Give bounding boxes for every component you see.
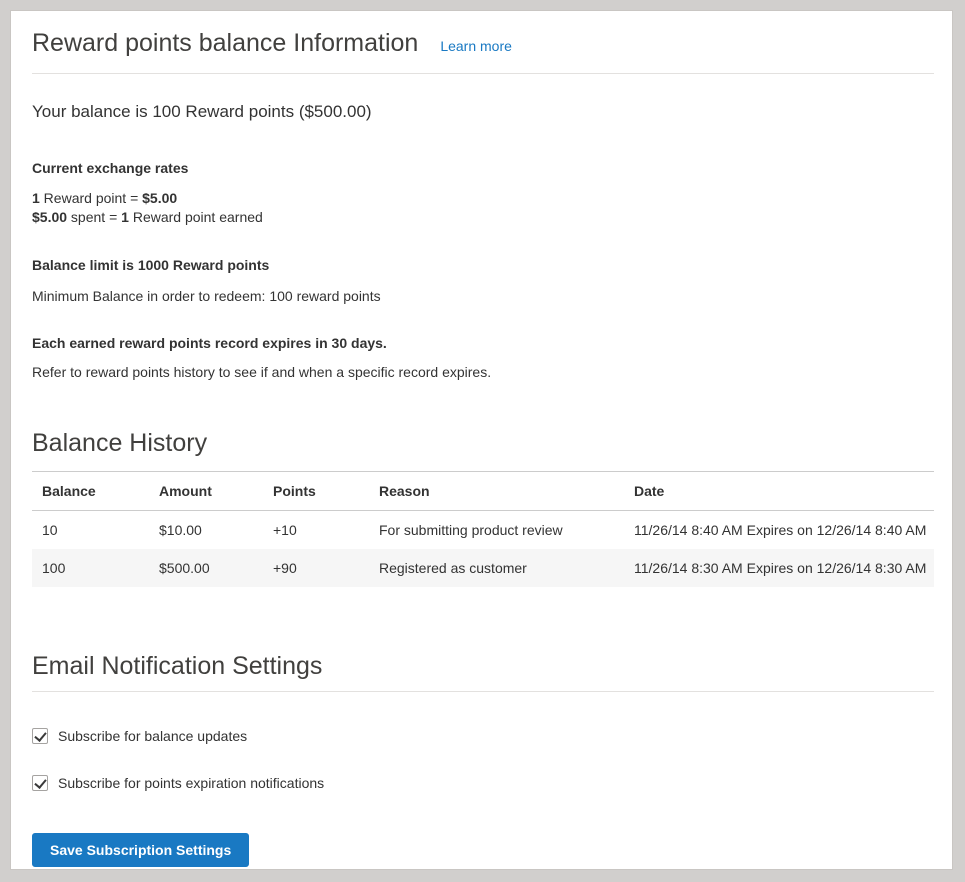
- expiry-note-text: Refer to reward points history to see if…: [32, 364, 934, 380]
- rate2-rest: Reward point earned: [129, 209, 263, 225]
- column-header-points: Points: [263, 472, 369, 511]
- table-row: 100 $500.00 +90 Registered as customer 1…: [32, 549, 934, 587]
- column-header-date: Date: [624, 472, 934, 511]
- cell-balance: 10: [32, 511, 149, 550]
- cell-balance: 100: [32, 549, 149, 587]
- column-header-balance: Balance: [32, 472, 149, 511]
- page-title: Reward points balance Information: [32, 27, 418, 59]
- email-settings-title: Email Notification Settings: [32, 651, 934, 692]
- balance-limit-text: Balance limit is 1000 Reward points: [32, 257, 934, 273]
- exchange-rates: 1 Reward point = $5.00 $5.00 spent = 1 R…: [32, 189, 934, 227]
- expiry-rule-text: Each earned reward points record expires…: [32, 335, 934, 351]
- cell-date: 11/26/14 8:40 AM Expires on 12/26/14 8:4…: [624, 511, 934, 550]
- balance-updates-option: Subscribe for balance updates: [32, 728, 934, 744]
- rate1-mid: Reward point =: [40, 190, 142, 206]
- exchange-rate-line-1: 1 Reward point = $5.00: [32, 189, 934, 208]
- balance-updates-checkbox[interactable]: [32, 728, 48, 744]
- minimum-balance-text: Minimum Balance in order to redeem: 100 …: [32, 288, 934, 304]
- expiration-notifications-checkbox[interactable]: [32, 775, 48, 791]
- rate1-amount: $5.00: [142, 190, 177, 206]
- cell-amount: $500.00: [149, 549, 263, 587]
- table-header-row: Balance Amount Points Reason Date: [32, 472, 934, 511]
- exchange-rate-line-2: $5.00 spent = 1 Reward point earned: [32, 208, 934, 227]
- rate2-points: 1: [121, 209, 129, 225]
- balance-history-table: Balance Amount Points Reason Date 10 $10…: [32, 471, 934, 587]
- balance-history-title: Balance History: [32, 428, 934, 458]
- column-header-reason: Reason: [369, 472, 624, 511]
- exchange-rates-heading: Current exchange rates: [32, 160, 934, 176]
- learn-more-link[interactable]: Learn more: [440, 38, 512, 54]
- cell-amount: $10.00: [149, 511, 263, 550]
- cell-reason: Registered as customer: [369, 549, 624, 587]
- expiration-notifications-option: Subscribe for points expiration notifica…: [32, 775, 934, 791]
- cell-points: +10: [263, 511, 369, 550]
- balance-summary: Your balance is 100 Reward points ($500.…: [32, 102, 934, 122]
- cell-date: 11/26/14 8:30 AM Expires on 12/26/14 8:3…: [624, 549, 934, 587]
- rate2-mid: spent =: [67, 209, 121, 225]
- rate2-amount: $5.00: [32, 209, 67, 225]
- table-row: 10 $10.00 +10 For submitting product rev…: [32, 511, 934, 550]
- expiration-notifications-label[interactable]: Subscribe for points expiration notifica…: [58, 775, 324, 791]
- save-subscription-settings-button[interactable]: Save Subscription Settings: [32, 833, 249, 867]
- column-header-amount: Amount: [149, 472, 263, 511]
- cell-points: +90: [263, 549, 369, 587]
- page-header: Reward points balance Information Learn …: [32, 27, 934, 74]
- reward-points-card: Reward points balance Information Learn …: [10, 10, 953, 870]
- cell-reason: For submitting product review: [369, 511, 624, 550]
- rate1-points: 1: [32, 190, 40, 206]
- balance-updates-label[interactable]: Subscribe for balance updates: [58, 728, 247, 744]
